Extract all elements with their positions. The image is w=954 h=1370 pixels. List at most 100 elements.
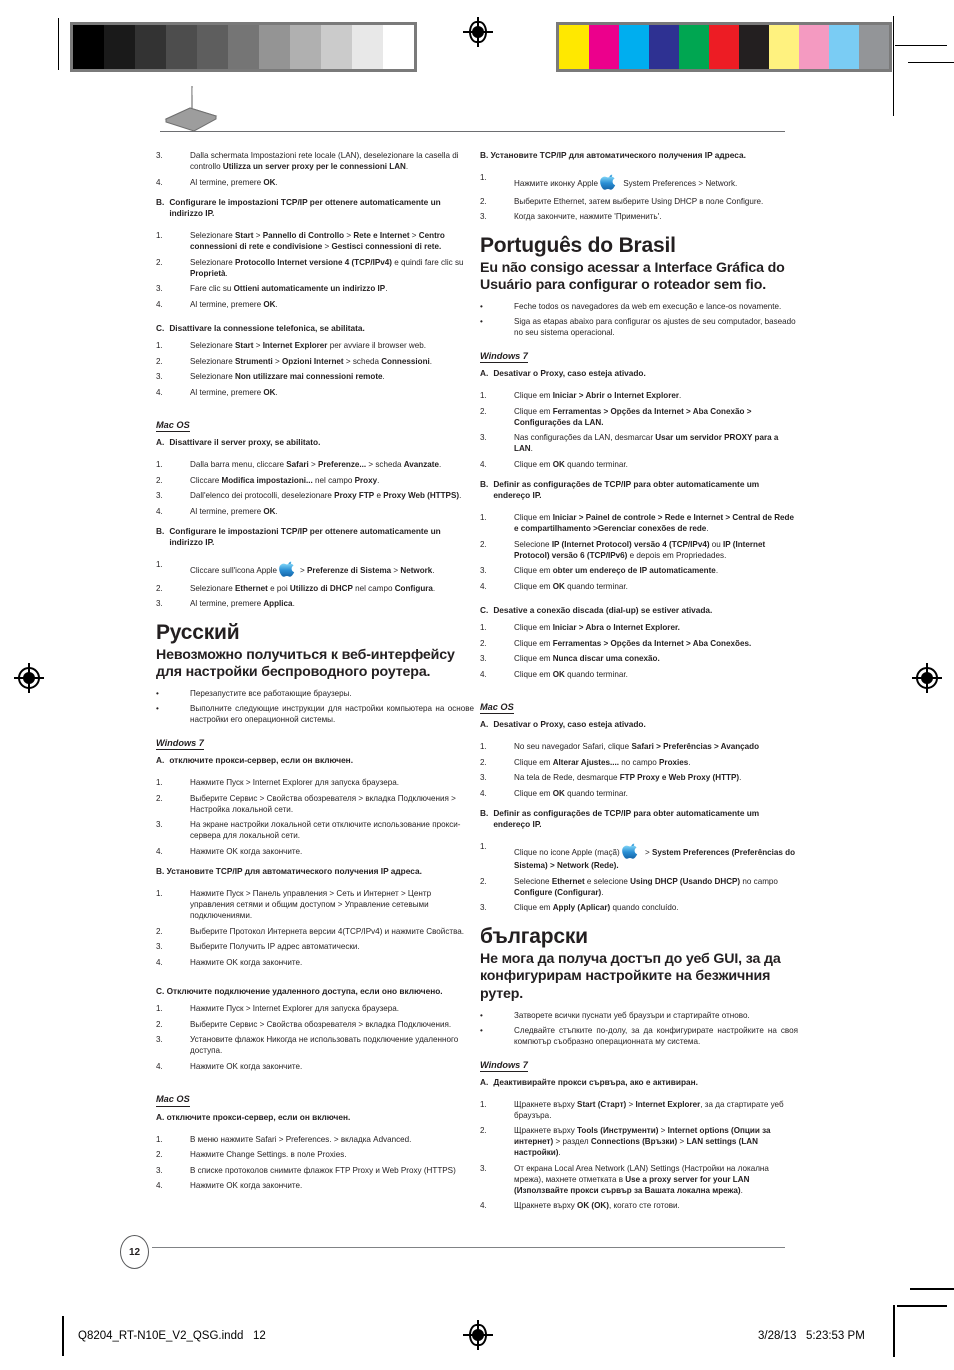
italian-mac-b-steps: 2. Selezionare Ethernet e poi Utilizzo di… <box>156 583 474 610</box>
section-title: отключите прокси-сервер, если он включен… <box>169 755 354 766</box>
step-text: Щракнете върху Tools (Инструменти) > Int… <box>514 1126 771 1158</box>
step-text: Cliccare sull'icona Apple > Preferenze di… <box>190 559 474 578</box>
list-item: 2. Выберите Ethernet, затем выберите Usin… <box>480 196 798 207</box>
step-text: Al termine, premere Applica. <box>190 599 295 609</box>
list-item: 2. Щракнете върху Tools (Инструменти) > I… <box>480 1125 798 1158</box>
color-swatch <box>829 25 859 69</box>
step-text: Selezionare Start > Internet Explorer pe… <box>190 341 426 351</box>
section-label: C. <box>156 323 165 334</box>
bullet-item: • Затворете всички пуснати уеб браузъри и… <box>480 1010 798 1021</box>
section-heading-russian-mac-a: A. отключите прокси-сервер, если он вклю… <box>156 1111 351 1122</box>
list-item: 4. Clique em OK quando terminar. <box>480 459 798 470</box>
section-heading-portuguese-b: B. Definir as configurações de TCP/IP pa… <box>480 479 798 501</box>
registration-mark-top <box>463 17 493 47</box>
bullet-item: • Siga as etapas abaixo para configurar o… <box>480 316 798 338</box>
step-text-prefix: Cliccare sull'icona Apple <box>190 566 278 576</box>
list-item: 2. Выберите Протокол Интернета версии 4(T… <box>156 926 474 937</box>
step-text: Выберите Ethernet, затем выберите Using … <box>514 196 764 206</box>
color-swatch <box>739 25 769 69</box>
bullet-marker: • <box>480 1025 483 1035</box>
color-swatch <box>859 25 889 69</box>
step-number: 1. <box>480 742 487 752</box>
step-text: Выберите Получить IP адрес автоматически… <box>190 942 360 952</box>
step-number: 2. <box>156 793 163 803</box>
step-text: Selezionare Protocollo Internet versione… <box>190 257 464 278</box>
list-item: 2. Selecione IP (Internet Protocol) versã… <box>480 539 798 561</box>
step-number: 2. <box>156 356 163 366</box>
portuguese-mac-a-steps: 1. No seu navegador Safari, clique Safari… <box>480 741 798 799</box>
list-item: 4. Clique em OK quando terminar. <box>480 669 798 680</box>
section-label: A. <box>156 755 165 766</box>
gray-swatch <box>321 25 352 69</box>
list-item: 3. Dalla schermata Impostazioni rete loc… <box>156 150 474 172</box>
section-label: B. <box>480 808 489 819</box>
step-number: 1. <box>156 1004 163 1014</box>
router-halftone-artwork <box>160 86 226 132</box>
list-item: 4. Нажмите OK когда закончите. <box>156 846 474 857</box>
list-item: 3. Clique em Nunca discar uma conexão. <box>480 653 798 664</box>
bleed-mark-right-h1 <box>897 1305 947 1307</box>
section-label: A. <box>480 1076 489 1087</box>
step-text: Clique em Apply (Aplicar) quando concluí… <box>514 903 679 913</box>
step-text: От екрана Local Area Network (LAN) Setti… <box>514 1163 769 1195</box>
step-text: На экране настройки локальной сети отклю… <box>190 820 461 841</box>
bulgarian-section-a-steps: 1. Щракнете върху Start (Старт) > Interne… <box>480 1099 798 1212</box>
step-text: Выберите Протокол Интернета версии 4(TCP… <box>190 926 465 936</box>
step-text: Dalla barra menu, cliccare Safari > Pref… <box>190 460 442 470</box>
section-label: A. <box>480 719 489 730</box>
gray-swatch <box>228 25 259 69</box>
step-text: Нажмите OK когда закончите. <box>190 957 303 967</box>
italian-section-c-steps: 1. Selezionare Start > Internet Explorer … <box>156 340 474 398</box>
italian-mac-a-steps: 1. Dalla barra menu, cliccare Safari > Pr… <box>156 459 474 517</box>
bullet-text: Следвайте стъпките по-долу, за да конфиг… <box>514 1025 798 1046</box>
footer-filename: Q8204_RT-N10E_V2_QSG.indd 12 <box>78 1330 266 1342</box>
section-title: Desativar o Proxy, caso esteja ativado. <box>493 368 646 379</box>
bullet-item: • Следвайте стъпките по-долу, за да конфи… <box>480 1025 798 1047</box>
section-heading-italian-c: C. Disattivare la connessione telefonica… <box>156 323 474 334</box>
step-text: Выберите Сервис > Свойства обозревателя … <box>190 1019 452 1029</box>
list-item: 2. Selezionare Ethernet e poi Utilizzo di… <box>156 583 474 594</box>
section-title: Configurare le impostazioni TCP/IP per o… <box>169 197 441 219</box>
step-number: 1. <box>480 623 487 633</box>
list-item: 1. Selezionare Start > Pannello di Contro… <box>156 230 474 252</box>
section-heading-italian-b: B. Configurare le impostazioni TCP/IP pe… <box>156 197 474 219</box>
section-title: Desativar o Proxy, caso esteja ativado. <box>493 719 646 730</box>
step-text: No seu navegador Safari, clique Safari >… <box>514 742 760 752</box>
bullet-item: • Feche todos os navegadores da web em ex… <box>480 301 798 312</box>
gray-swatch <box>290 25 321 69</box>
step-number: 1. <box>156 1134 163 1144</box>
step-text: Dall'elenco dei protocolli, deselezionar… <box>190 491 462 501</box>
step-number: 3. <box>480 433 487 443</box>
list-item: 3. От екрана Local Area Network (LAN) Set… <box>480 1163 798 1196</box>
list-item: 1. Щракнете върху Start (Старт) > Interne… <box>480 1099 798 1121</box>
step-number: 2. <box>156 583 163 593</box>
section-heading-italian-mac-a: A. Disattivare il server proxy, se abili… <box>156 437 474 448</box>
russian-mac-a-steps: 1. В меню нажмите Safari > Preferences. >… <box>156 1134 474 1192</box>
step-text: Когда закончите, нажмите 'Применить'. <box>514 212 662 222</box>
list-item: 4. Нажмите OK когда закончите. <box>156 1061 474 1072</box>
bleed-mark-left <box>62 1316 64 1356</box>
section-title: Disattivare la connessione telefonica, s… <box>169 323 365 334</box>
step-text: Нажмите Пуск > Internet Explorer для зап… <box>190 778 399 788</box>
color-swatch <box>559 25 589 69</box>
section-label: B. <box>156 197 165 207</box>
list-item: 3. Selezionare Non utilizzare mai conness… <box>156 371 474 382</box>
step-number: 4. <box>156 1181 163 1191</box>
list-item: 2. Выберите Сервис > Свойства обозревател… <box>156 1019 474 1030</box>
step-number: 2. <box>480 196 487 206</box>
list-item: 3. Clique em obter um endereço de IP auto… <box>480 565 798 576</box>
list-item: 1. Cliccare sull'icona Apple > Preferenze… <box>156 559 474 578</box>
step-number: 2. <box>156 1150 163 1160</box>
section-heading-italian-mac-b: B. Configurare le impostazioni TCP/IP pe… <box>156 526 474 548</box>
step-number: 3. <box>480 654 487 664</box>
list-item: 2. Выберите Сервис > Свойства обозревател… <box>156 793 474 815</box>
list-item: 1. Нажмите Пуск > Internet Explorer для з… <box>156 777 474 788</box>
step-number: 1. <box>156 460 163 470</box>
step-text: Clique em OK quando terminar. <box>514 669 628 679</box>
bullet-item: • Выполните следующие инструкции для наст… <box>156 703 474 725</box>
language-title-bulgarian: български <box>480 925 588 949</box>
step-number: 2. <box>156 926 163 936</box>
step-number: 3. <box>156 599 163 609</box>
color-swatch <box>679 25 709 69</box>
step-text: Нажмите OK когда закончите. <box>190 846 303 856</box>
